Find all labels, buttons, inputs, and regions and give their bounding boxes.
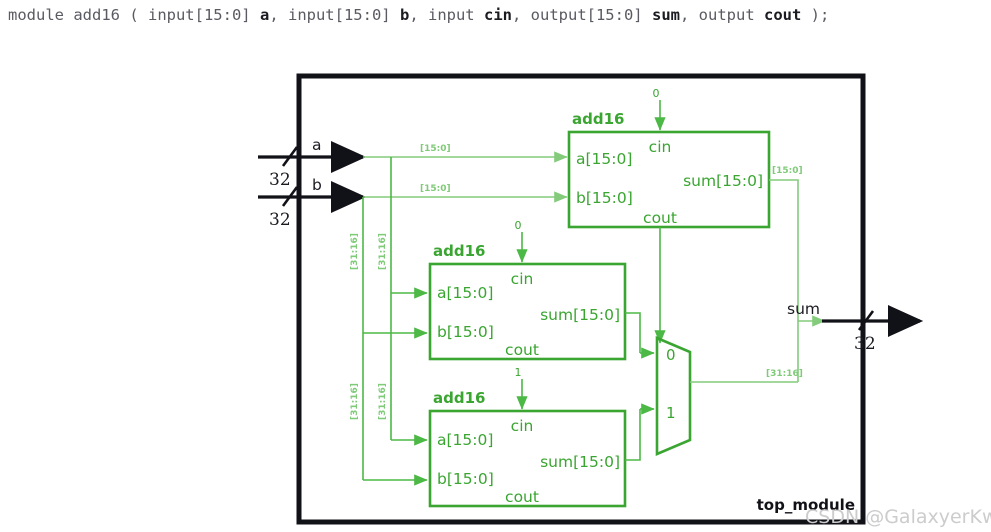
bus-label-b-low: [15:0] — [420, 184, 451, 194]
code-token-0: module add16 ( — [8, 6, 148, 24]
adder-bottom-port-sum: sum[15:0] — [540, 453, 620, 471]
adder-bottom-port-a: a[15:0] — [437, 431, 493, 449]
adder-middle-port-sum: sum[15:0] — [540, 306, 620, 324]
adder-middle-port-b: b[15:0] — [437, 323, 494, 341]
adder-top-cin-const: 0 — [653, 87, 660, 100]
adder-middle-port-a: a[15:0] — [437, 284, 493, 302]
code-token-13: output — [698, 6, 764, 24]
adder-top: add16 0 cin a[15:0] b[15:0] sum[15:0] co… — [567, 87, 771, 229]
code-token-9: , — [511, 6, 531, 24]
adder-middle-title: add16 — [433, 242, 485, 260]
code-token-14: cout — [763, 6, 802, 24]
input-a-label: a — [312, 136, 322, 154]
code-token-7: input — [427, 6, 484, 24]
adder-top-port-a: a[15:0] — [576, 150, 632, 168]
code-token-11: sum — [651, 6, 680, 24]
schematic-diagram: 32 a 32 b [15:0] [15:0] [31:16] [31:16] … — [0, 40, 991, 532]
output-sum-width-label: 32 — [854, 334, 876, 354]
bus-label-sum-low: [15:0] — [772, 166, 803, 176]
bus-label-a-low: [15:0] — [420, 144, 451, 154]
mux-input-0-label: 0 — [666, 346, 676, 364]
bus-label-sum-high: [31:16] — [766, 369, 803, 379]
adder-top-port-sum: sum[15:0] — [683, 172, 763, 190]
adder-middle: add16 0 cin a[15:0] b[15:0] sum[15:0] co… — [428, 219, 627, 361]
adder-top-port-cin: cin — [649, 138, 672, 156]
verilog-module-declaration: module add16 ( input[15:0] a, input[15:0… — [8, 6, 829, 24]
code-token-8: cin — [483, 6, 512, 24]
adder-middle-cin-const: 0 — [515, 219, 522, 232]
code-token-5: b — [399, 6, 410, 24]
wire-bot-sum-to-mux1 — [625, 409, 641, 461]
code-token-1: input[15:0] — [147, 6, 260, 24]
input-a-width-label: 32 — [269, 170, 291, 190]
bus-label-b-high-mid: [31:16] — [350, 233, 360, 270]
bus-label-b-high-bot: [31:16] — [350, 383, 360, 420]
bus-label-a-high-bot: [31:16] — [378, 383, 388, 420]
code-token-10: output[15:0] — [530, 6, 652, 24]
adder-bottom: add16 1 cin a[15:0] b[15:0] sum[15:0] co… — [428, 366, 627, 508]
watermark: CSDN @GalaxyerKw — [805, 506, 991, 528]
code-token-12: , — [679, 6, 699, 24]
wire-mid-sum-to-mux0 — [625, 312, 641, 353]
code-token-6: , — [409, 6, 428, 24]
adder-top-port-cout: cout — [643, 209, 677, 227]
code-token-4: input[15:0] — [287, 6, 400, 24]
mux-input-1-label: 1 — [666, 404, 676, 422]
code-token-15: ); — [801, 6, 830, 24]
code-token-3: , — [269, 6, 288, 24]
input-b-width-label: 32 — [269, 210, 291, 230]
output-mux: 0 1 — [655, 336, 692, 456]
output-sum-label: sum — [787, 300, 820, 318]
adder-bottom-port-cout: cout — [505, 488, 539, 506]
adder-bottom-cin-const: 1 — [515, 366, 522, 379]
adder-bottom-title: add16 — [433, 389, 485, 407]
input-b-label: b — [312, 176, 322, 194]
adder-middle-port-cin: cin — [511, 270, 534, 288]
adder-bottom-port-b: b[15:0] — [437, 470, 494, 488]
adder-bottom-port-cin: cin — [511, 417, 534, 435]
code-token-2: a — [259, 6, 270, 24]
bus-label-a-high-mid: [31:16] — [378, 233, 388, 270]
adder-top-port-b: b[15:0] — [576, 189, 633, 207]
adder-middle-port-cout: cout — [505, 341, 539, 359]
adder-top-title: add16 — [572, 110, 624, 128]
